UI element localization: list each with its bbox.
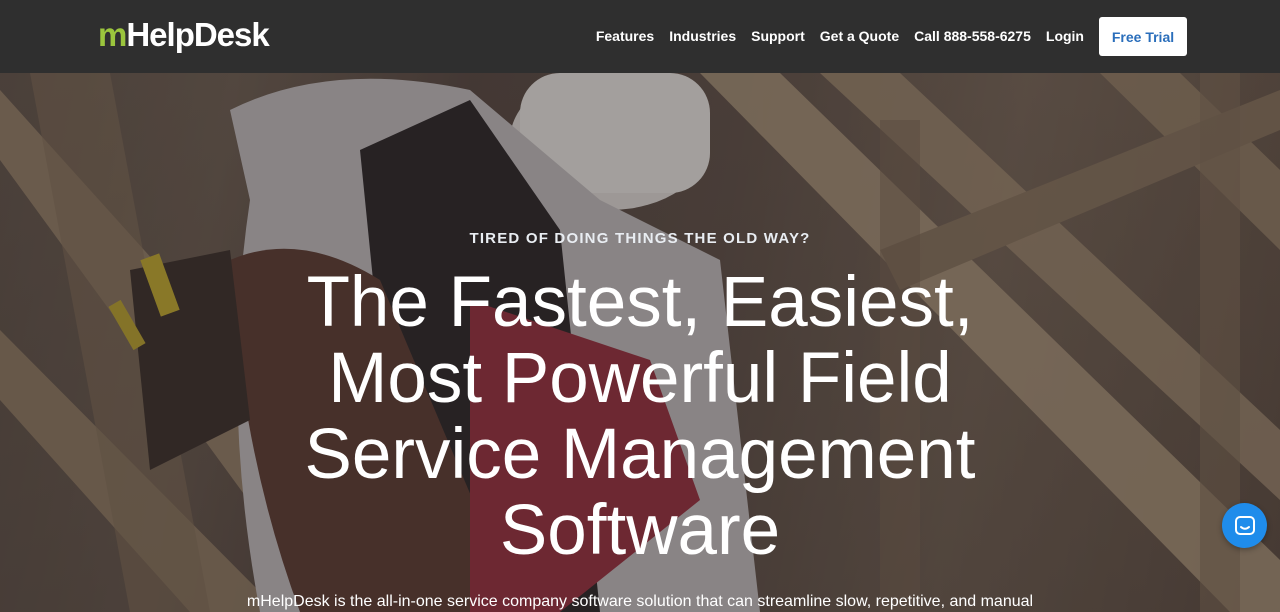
mhelpdesk-logo[interactable]: mHelpDesk xyxy=(98,15,270,55)
nav-link-get-a-quote[interactable]: Get a Quote xyxy=(820,26,899,46)
top-navbar: mHelpDesk Features Industries Support Ge… xyxy=(0,0,1280,73)
chat-icon xyxy=(1234,515,1255,535)
nav-link-phone[interactable]: Call 888-558-6275 xyxy=(914,26,1031,46)
nav-link-features[interactable]: Features xyxy=(596,26,654,46)
logo-prefix: m xyxy=(98,16,127,53)
hero-headline: The Fastest, Easiest, Most Powerful Fiel… xyxy=(304,263,976,570)
nav-link-login[interactable]: Login xyxy=(1046,26,1084,46)
chat-launcher-button[interactable] xyxy=(1222,503,1267,548)
free-trial-button[interactable]: Free Trial xyxy=(1099,17,1187,56)
hero-eyebrow: TIRED OF DOING THINGS THE OLD WAY? xyxy=(469,230,811,247)
nav-links: Features Industries Support Get a Quote … xyxy=(581,26,1084,46)
nav-link-industries[interactable]: Industries xyxy=(669,26,736,46)
nav-link-support[interactable]: Support xyxy=(751,26,805,46)
logo-name: HelpDesk xyxy=(126,16,269,53)
page: mHelpDesk Features Industries Support Ge… xyxy=(0,0,1280,612)
hero-section: TIRED OF DOING THINGS THE OLD WAY? The F… xyxy=(0,73,1280,612)
hero-subtext: mHelpDesk is the all-in-one service comp… xyxy=(246,593,1034,610)
